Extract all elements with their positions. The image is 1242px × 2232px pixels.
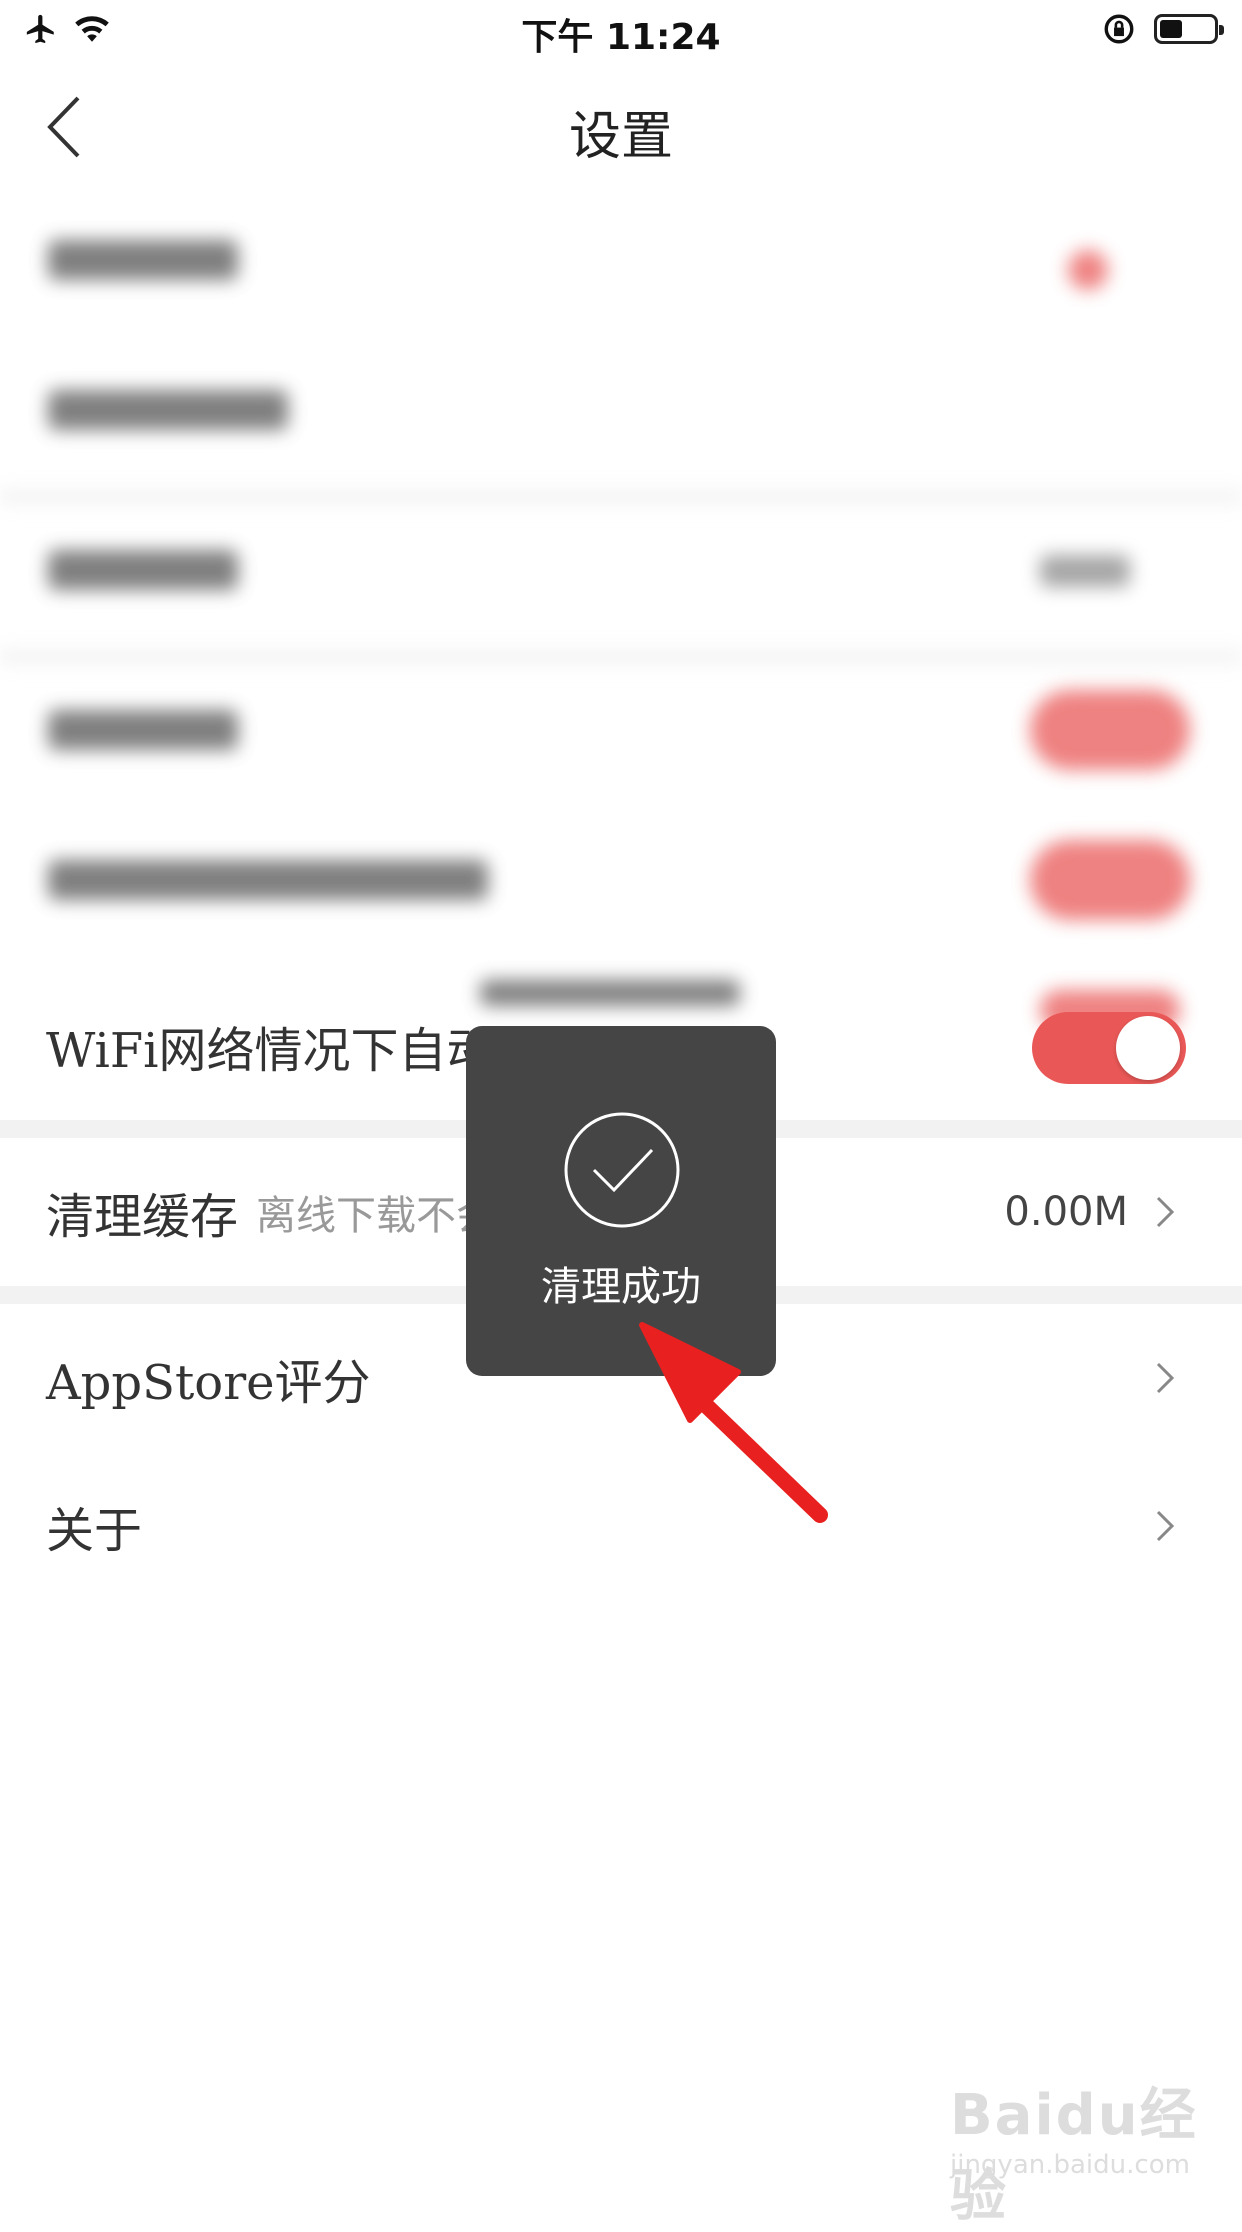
checkmark-circle-icon	[564, 1112, 680, 1228]
chevron-right-icon	[1156, 1510, 1175, 1542]
watermark-url: jingyan.baidu.com	[950, 2150, 1190, 2180]
cache-size-value: 0.00M	[1004, 1189, 1128, 1235]
baidu-watermark: Baidu经验 jingyan.baidu.com	[950, 2070, 1220, 2229]
status-right-icons	[1102, 12, 1224, 46]
blurred-settings-area	[0, 190, 1242, 1030]
page-title: 设置	[568, 107, 673, 167]
about-label: 关于	[46, 1503, 143, 1559]
red-arrow-annotation	[639, 1322, 828, 1523]
chevron-right-icon	[1156, 1362, 1175, 1394]
rotation-lock-icon	[1104, 14, 1134, 44]
wifi-autoplay-toggle[interactable]	[1032, 1012, 1186, 1084]
status-time: 下午 11:24	[521, 17, 721, 58]
status-bar: 下午 11:24	[0, 0, 1242, 64]
navigation-bar: 设置	[0, 64, 1242, 188]
clear-cache-label: 清理缓存	[46, 1189, 239, 1245]
appstore-rating-label: AppStore评分	[46, 1355, 371, 1411]
battery-icon	[1154, 14, 1224, 44]
toggle-knob	[1116, 1016, 1180, 1080]
chevron-right-icon	[1156, 1196, 1175, 1228]
